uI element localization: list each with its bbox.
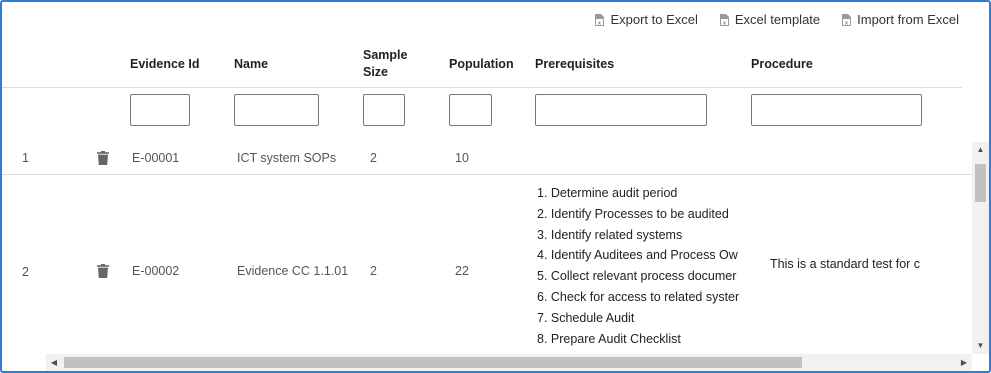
trash-icon[interactable]	[97, 264, 109, 278]
filter-prerequisites-input[interactable]	[535, 94, 707, 126]
cell-evidence-id: E-00001	[132, 151, 180, 165]
column-header-prerequisites[interactable]: Prerequisites	[535, 56, 614, 73]
table-row[interactable]: 1 E-00001 ICT system SOPs 2 10	[2, 140, 972, 175]
cell-name: ICT system SOPs	[237, 151, 337, 165]
column-header-evidence-id[interactable]: Evidence Id	[130, 56, 199, 73]
prerequisite-item: 1. Determine audit period	[537, 186, 678, 200]
prerequisite-item: 4. Identify Auditees and Process Ow	[537, 248, 738, 263]
table-row[interactable]: 2 E-00002 Evidence CC 1.1.01 2 22 1. Det…	[2, 175, 972, 354]
cell-name: Evidence CC 1.1.01	[237, 264, 349, 278]
filter-population-input[interactable]	[449, 94, 492, 126]
prerequisite-item: 7. Schedule Audit	[537, 310, 635, 325]
prerequisite-item: 2. Identify Processes to be audited	[537, 206, 729, 221]
column-header-population[interactable]: Population	[449, 56, 514, 73]
column-header-sample-size[interactable]: Sample Size	[363, 47, 407, 81]
trash-icon[interactable]	[97, 151, 109, 165]
cell-sample-size: 2	[370, 151, 377, 165]
row-index: 1	[22, 151, 29, 165]
column-header-procedure[interactable]: Procedure	[751, 56, 813, 73]
filter-evidence-id-input[interactable]	[130, 94, 190, 126]
cell-population: 10	[455, 151, 469, 165]
horizontal-scrollbar[interactable]: ◀ ▶	[46, 354, 972, 371]
cell-evidence-id: E-00002	[132, 264, 180, 278]
filter-procedure-input[interactable]	[751, 94, 922, 126]
scroll-up-arrow-icon[interactable]: ▲	[972, 142, 989, 158]
cell-procedure: This is a standard test for c	[770, 257, 921, 271]
column-header-sample-size-line1: Sample	[363, 48, 408, 62]
horizontal-scroll-thumb[interactable]	[64, 357, 802, 368]
vertical-scroll-thumb[interactable]	[975, 164, 986, 202]
cell-sample-size: 2	[370, 264, 377, 278]
column-header-sample-size-line2: Size	[363, 65, 389, 79]
cell-population: 22	[455, 264, 469, 278]
prerequisite-item: 6. Check for access to related syster	[537, 289, 740, 304]
filter-name-input[interactable]	[234, 94, 319, 126]
scroll-down-arrow-icon[interactable]: ▼	[972, 338, 989, 354]
prerequisite-item: 8. Prepare Audit Checklist	[537, 331, 681, 346]
prerequisite-item: 3. Identify related systems	[537, 227, 683, 242]
prerequisite-item: 5. Collect relevant process documer	[537, 269, 737, 284]
scroll-left-arrow-icon[interactable]: ◀	[46, 354, 62, 371]
scroll-right-arrow-icon[interactable]: ▶	[956, 354, 972, 371]
grid-panel: x Export to Excel x Excel template x Imp…	[0, 0, 991, 373]
filter-sample-size-input[interactable]	[363, 94, 405, 126]
column-header-name[interactable]: Name	[234, 56, 268, 73]
row-index: 2	[22, 265, 29, 279]
grid-body: 1 E-00001 ICT system SOPs 2 10 2 E-00002…	[2, 140, 972, 354]
vertical-scrollbar[interactable]: ▲ ▼	[972, 142, 989, 354]
cell-prerequisites-list: 1. Determine audit period 2. Identify Pr…	[537, 183, 747, 349]
grid-header: Evidence Id Name Sample Size Population …	[2, 2, 962, 88]
